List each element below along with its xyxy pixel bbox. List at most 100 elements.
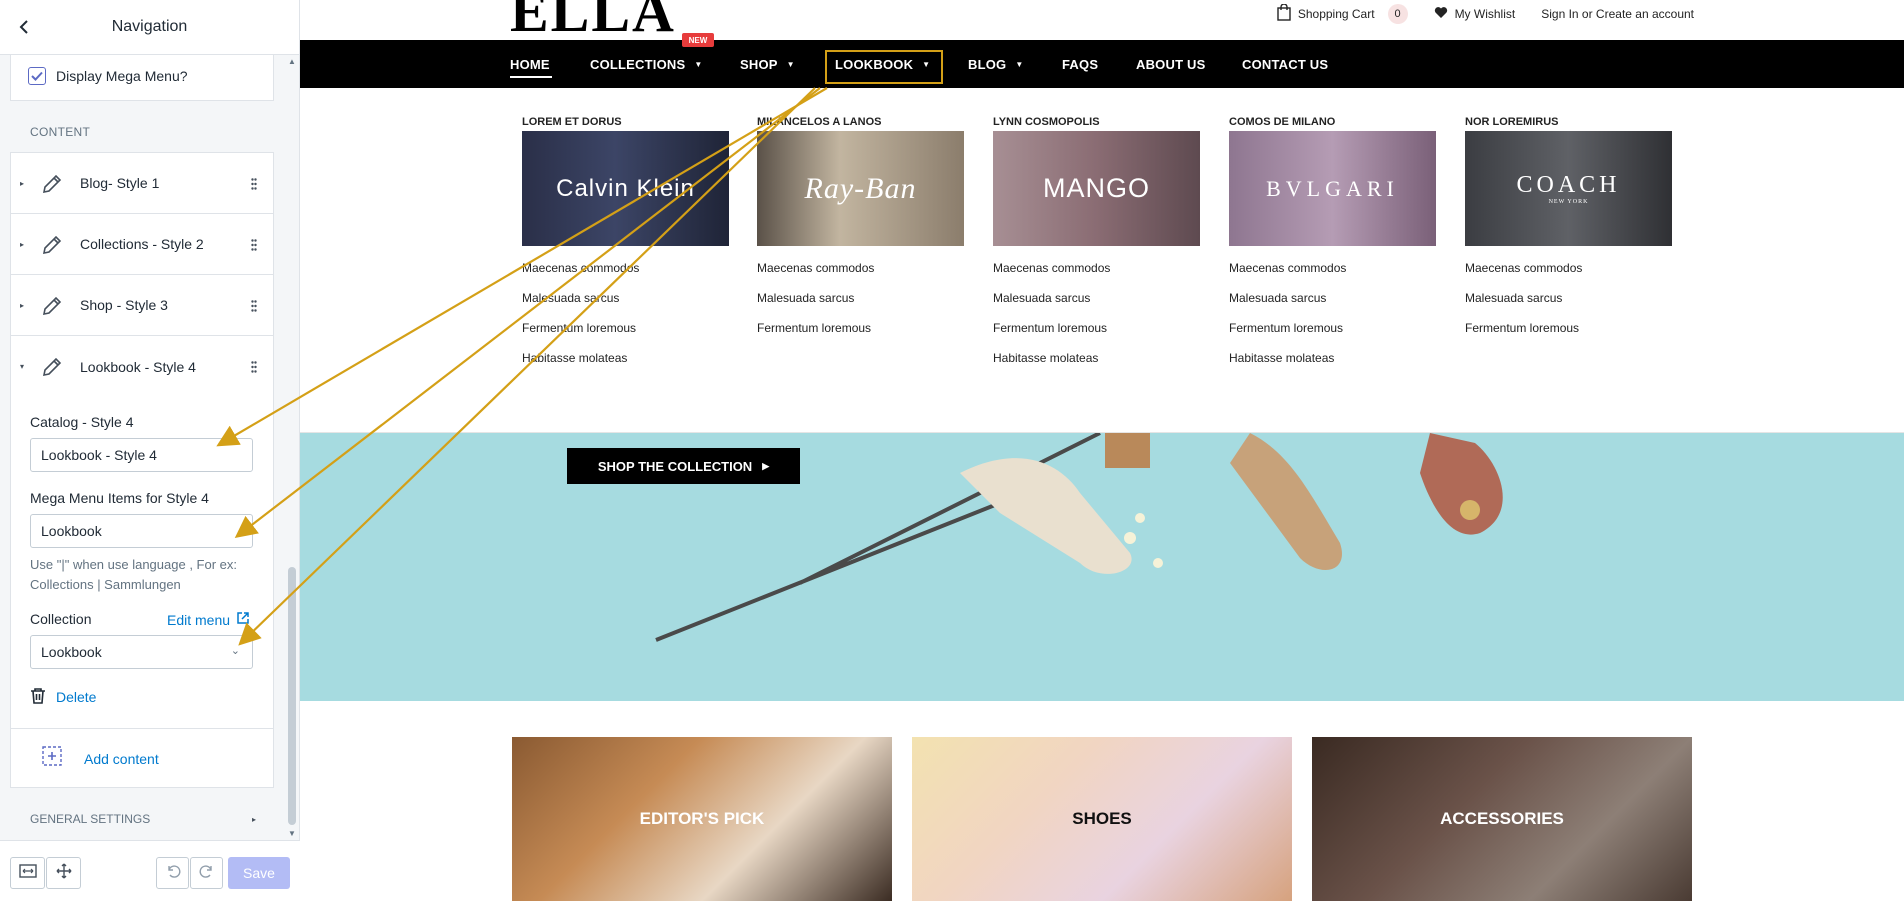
mega-link[interactable]: Maecenas commodos xyxy=(1229,258,1436,288)
mega-link[interactable]: Habitasse molateas xyxy=(522,348,729,378)
mega-link[interactable]: Fermentum loremous xyxy=(757,318,964,348)
redo-icon xyxy=(199,863,215,884)
scroll-down-arrow-icon[interactable]: ▼ xyxy=(288,829,296,838)
collection-select[interactable]: Lookbook ⌄ xyxy=(30,635,253,669)
mega-link[interactable]: Malesuada sarcus xyxy=(757,288,964,318)
mega-link[interactable]: Malesuada sarcus xyxy=(522,288,729,318)
add-content-button[interactable]: Add content xyxy=(10,728,274,788)
brand-banner-bvlgari[interactable]: BVLGARI xyxy=(1229,131,1436,246)
main-navigation: HOME COLLECTIONS ▼ SHOP ▼ LOOKBOOK ▼ BLOG ▼ … xyxy=(300,40,1904,88)
content-block-label: Collections - Style 2 xyxy=(80,236,204,252)
mega-link[interactable]: Habitasse molateas xyxy=(993,348,1200,378)
undo-button[interactable] xyxy=(156,857,189,889)
content-block-collections[interactable]: ▸ Collections - Style 2 xyxy=(11,214,273,275)
category-tile-editors-pick[interactable]: EDITOR'S PICK xyxy=(512,737,892,901)
pencil-icon xyxy=(41,173,63,198)
delete-block-button[interactable]: Delete xyxy=(30,687,96,707)
display-mega-menu-checkbox[interactable] xyxy=(28,67,46,85)
content-block-blog[interactable]: ▸ Blog- Style 1 xyxy=(11,153,273,214)
brand-banner-coach[interactable]: COACH NEW YORK xyxy=(1465,131,1672,246)
delete-label: Delete xyxy=(56,689,97,705)
nav-item-blog[interactable]: BLOG ▼ xyxy=(968,57,1023,72)
drag-handle-icon[interactable] xyxy=(251,299,257,315)
nav-label: ABOUT US xyxy=(1136,57,1206,72)
expand-triangle-icon[interactable]: ▸ xyxy=(20,240,24,249)
nav-item-contact-us[interactable]: CONTACT US xyxy=(1242,57,1328,72)
expand-triangle-icon: ▸ xyxy=(251,814,256,824)
drag-handle-icon[interactable] xyxy=(251,360,257,376)
store-preview: ELLA Shopping Cart 0 My Wishlist Sign In… xyxy=(300,0,1904,901)
content-block-label: Lookbook - Style 4 xyxy=(80,358,196,375)
redo-button[interactable] xyxy=(190,857,223,889)
mega-items-input[interactable]: Lookbook xyxy=(30,514,253,548)
mega-column-heading[interactable]: COMOS DE MILANO xyxy=(1229,116,1436,128)
category-tile-accessories[interactable]: ACCESSORIES xyxy=(1312,737,1692,901)
nav-item-home[interactable]: HOME xyxy=(510,57,550,72)
account-link[interactable]: Sign In or Create an account xyxy=(1541,7,1694,21)
category-label: ACCESSORIES xyxy=(1440,809,1564,828)
mega-link[interactable]: Malesuada sarcus xyxy=(1465,288,1672,318)
wishlist-link[interactable]: My Wishlist xyxy=(1434,6,1516,22)
nav-item-faqs[interactable]: FAQS xyxy=(1062,57,1098,72)
shopping-cart-link[interactable]: Shopping Cart 0 xyxy=(1277,3,1408,24)
category-tile-shoes[interactable]: SHOES xyxy=(912,737,1292,901)
expand-triangle-icon[interactable]: ▸ xyxy=(20,179,24,188)
cart-count-badge: 0 xyxy=(1387,4,1408,24)
theme-editor-sidebar: Navigation Display Mega Menu? CONTENT ▸ xyxy=(0,0,300,901)
scroll-thumb[interactable] xyxy=(288,567,296,825)
full-width-toggle-button[interactable] xyxy=(10,857,45,889)
mega-link[interactable]: Malesuada sarcus xyxy=(993,288,1200,318)
catalog-input[interactable]: Lookbook - Style 4 xyxy=(30,438,253,472)
drag-handle-icon[interactable] xyxy=(251,177,257,193)
mega-link[interactable]: Fermentum loremous xyxy=(1465,318,1672,348)
nav-item-shop[interactable]: SHOP ▼ xyxy=(740,57,795,72)
shopping-cart-label: Shopping Cart xyxy=(1297,7,1375,21)
mega-link[interactable]: Malesuada sarcus xyxy=(1229,288,1436,318)
shop-the-collection-button[interactable]: SHOP THE COLLECTION ▶ xyxy=(567,448,800,484)
mega-column: NOR LOREMIRUS COACH NEW YORK Maecenas co… xyxy=(1465,116,1672,348)
mega-column-heading[interactable]: MILANCELOS A LANOS xyxy=(757,116,964,128)
move-cursor-icon xyxy=(56,863,72,884)
mega-column-heading[interactable]: NOR LOREMIRUS xyxy=(1465,116,1672,128)
mega-column-heading[interactable]: LYNN COSMOPOLIS xyxy=(993,116,1200,128)
store-logo[interactable]: ELLA xyxy=(510,0,676,45)
nav-label: COLLECTIONS xyxy=(590,57,686,72)
brand-subtitle: NEW YORK xyxy=(1548,199,1589,205)
wishlist-label: My Wishlist xyxy=(1454,7,1516,21)
inspector-toggle-button[interactable] xyxy=(46,857,81,889)
brand-banner-ray-ban[interactable]: Ray-Ban xyxy=(757,131,964,246)
brand-name: MANGO xyxy=(1042,173,1150,203)
nav-label: FAQS xyxy=(1062,57,1099,72)
collapse-triangle-icon[interactable]: ▾ xyxy=(20,362,24,371)
category-tiles: EDITOR'S PICK SHOES ACCESSORIES xyxy=(300,737,1904,901)
brand-banner-calvin-klein[interactable]: Calvin Klein xyxy=(522,131,729,246)
nav-item-about-us[interactable]: ABOUT US xyxy=(1136,57,1206,72)
save-button[interactable]: Save xyxy=(228,857,290,889)
mega-link[interactable]: Maecenas commodos xyxy=(1465,258,1672,288)
expand-triangle-icon[interactable]: ▸ xyxy=(20,301,24,310)
catalog-input-value: Lookbook - Style 4 xyxy=(41,447,157,463)
mega-link[interactable]: Fermentum loremous xyxy=(1229,318,1436,348)
back-chevron-icon[interactable] xyxy=(12,15,36,39)
mega-column-heading[interactable]: LOREM ET DORUS xyxy=(522,116,729,128)
sidebar-scrollbar[interactable]: ▲ ▼ xyxy=(286,55,298,840)
trash-icon xyxy=(30,687,46,707)
general-settings-row[interactable]: GENERAL SETTINGS ▸ xyxy=(30,812,256,826)
mega-link[interactable]: Fermentum loremous xyxy=(522,318,729,348)
scroll-up-arrow-icon[interactable]: ▲ xyxy=(288,57,296,66)
mega-link[interactable]: Maecenas commodos xyxy=(757,258,964,288)
sidebar-title: Navigation xyxy=(111,18,188,35)
content-block-shop[interactable]: ▸ Shop - Style 3 xyxy=(11,275,273,336)
mega-link[interactable]: Fermentum loremous xyxy=(993,318,1200,348)
drag-handle-icon[interactable] xyxy=(251,238,257,254)
edit-menu-link[interactable]: Edit menu xyxy=(167,611,250,628)
add-content-label: Add content xyxy=(84,750,159,767)
lookbook-highlight-box xyxy=(825,50,943,84)
brand-banner-mango[interactable]: MANGO xyxy=(993,131,1200,246)
chevron-down-icon: ⌄ xyxy=(230,645,240,657)
mega-link[interactable]: Maecenas commodos xyxy=(522,258,729,288)
mega-link[interactable]: Habitasse molateas xyxy=(1229,348,1436,378)
mega-link[interactable]: Maecenas commodos xyxy=(993,258,1200,288)
content-block-lookbook[interactable]: ▾ Lookbook - Style 4 xyxy=(11,336,273,397)
nav-item-collections[interactable]: COLLECTIONS ▼ xyxy=(590,57,703,72)
